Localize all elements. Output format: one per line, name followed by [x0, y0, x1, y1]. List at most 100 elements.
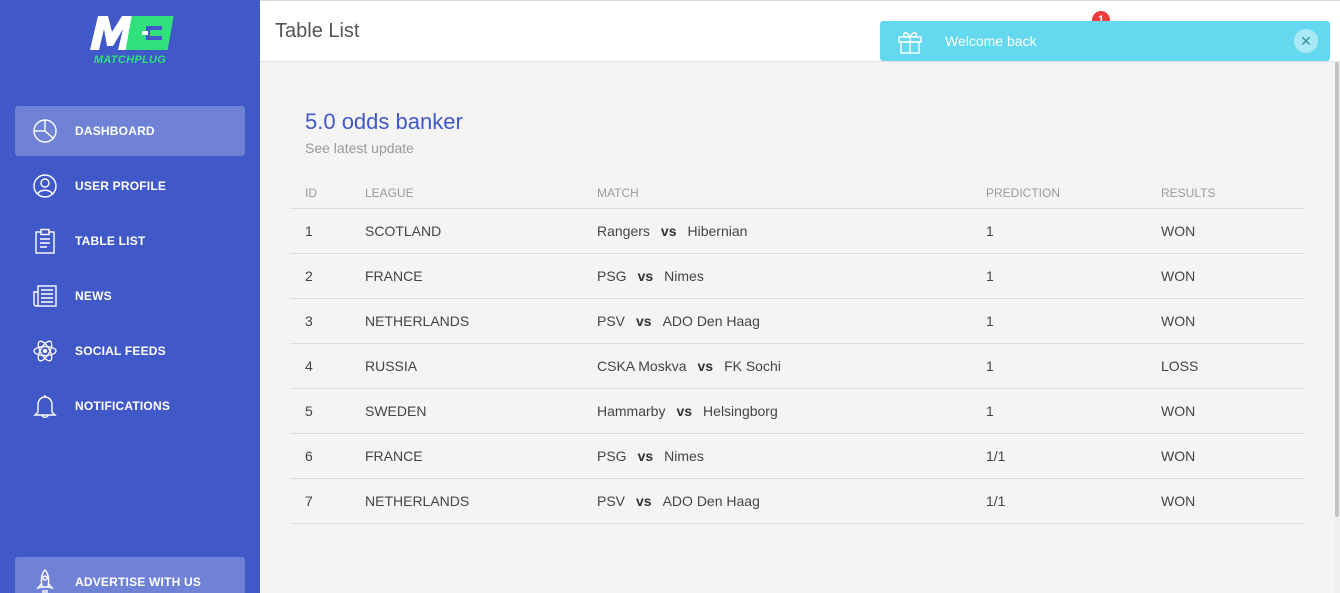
- cell-result: WON: [1146, 433, 1304, 479]
- cell-result: WON: [1146, 298, 1304, 344]
- home-team: Rangers: [597, 222, 650, 239]
- cell-result: LOSS: [1146, 343, 1304, 389]
- close-icon[interactable]: ✕: [1294, 29, 1318, 53]
- home-team: Hammarby: [597, 402, 666, 419]
- sidebar-item-social-feeds[interactable]: SOCIAL FEEDS: [15, 326, 245, 376]
- cell-result: WON: [1146, 208, 1304, 254]
- pie-chart-icon: [31, 117, 59, 145]
- cell-id: 5: [290, 388, 350, 434]
- sidebar-item-user-profile[interactable]: USER PROFILE: [15, 161, 245, 211]
- away-team: Hibernian: [687, 222, 748, 239]
- scrollbar[interactable]: [1334, 62, 1340, 593]
- vs-label: vs: [660, 222, 677, 239]
- cell-match: Rangers vs Hibernian: [582, 208, 971, 254]
- cell-match: CSKA Moskva vs FK Sochi: [582, 343, 971, 389]
- cell-id: 1: [290, 208, 350, 254]
- column-header-results: RESULTS: [1146, 178, 1304, 209]
- logo-text: MATCHPLUG: [93, 54, 167, 66]
- column-header-prediction: PREDICTION: [971, 178, 1146, 209]
- cell-league: NETHERLANDS: [350, 478, 582, 524]
- vs-label: vs: [636, 492, 652, 509]
- away-team: ADO Den Haag: [662, 492, 760, 509]
- cell-id: 4: [290, 343, 350, 389]
- cell-prediction: 1: [971, 298, 1146, 344]
- cell-league: SCOTLAND: [350, 208, 582, 254]
- sidebar-item-label: DASHBOARD: [75, 124, 155, 138]
- sidebar-item-news[interactable]: NEWS: [15, 271, 245, 321]
- table-row: 2 FRANCE PSG vs Nimes 1 WON: [290, 253, 1304, 299]
- cell-match: PSV vs ADO Den Haag: [582, 298, 971, 344]
- column-header-league: LEAGUE: [350, 178, 582, 209]
- sidebar: MATCHPLUG DASHBOARD USER PROFILE TABLE L…: [0, 0, 260, 593]
- bell-icon: [31, 392, 59, 420]
- gift-icon: [896, 27, 924, 55]
- home-team: PSG: [597, 447, 627, 464]
- vs-label: vs: [697, 357, 714, 374]
- vs-label: vs: [637, 267, 654, 284]
- table-row: 4 RUSSIA CSKA Moskva vs FK Sochi 1 LOSS: [290, 343, 1304, 389]
- table-row: 5 SWEDEN Hammarby vs Helsingborg 1 WON: [290, 388, 1304, 434]
- home-team: PSG: [597, 267, 627, 284]
- table-header-row: ID LEAGUE MATCH PREDICTION RESULTS: [290, 178, 1304, 209]
- column-header-match: MATCH: [582, 178, 971, 209]
- card-subtitle: See latest update: [305, 140, 414, 156]
- cell-prediction: 1: [971, 388, 1146, 434]
- table-row: 6 FRANCE PSG vs Nimes 1/1 WON: [290, 433, 1304, 479]
- cell-match: PSV vs ADO Den Haag: [582, 478, 971, 524]
- sidebar-item-label: NOTIFICATIONS: [75, 399, 171, 413]
- away-team: FK Sochi: [724, 357, 781, 374]
- odds-table: ID LEAGUE MATCH PREDICTION RESULTS 1 SCO…: [290, 178, 1304, 524]
- sidebar-item-label: USER PROFILE: [75, 179, 167, 193]
- cell-league: SWEDEN: [350, 388, 582, 434]
- cell-prediction: 1: [971, 253, 1146, 299]
- sidebar-item-label: TABLE LIST: [75, 234, 146, 248]
- card-title: 5.0 odds banker: [305, 109, 463, 134]
- cell-league: RUSSIA: [350, 343, 582, 389]
- sidebar-item-table-list[interactable]: TABLE LIST: [15, 216, 245, 266]
- cell-match: PSG vs Nimes: [582, 433, 971, 479]
- advertise-label: ADVERTISE WITH US: [75, 575, 202, 589]
- cell-prediction: 1/1: [971, 433, 1146, 479]
- away-team: Nimes: [664, 267, 704, 284]
- cell-id: 6: [290, 433, 350, 479]
- cell-league: FRANCE: [350, 253, 582, 299]
- away-team: Helsingborg: [703, 402, 778, 419]
- table-row: 3 NETHERLANDS PSV vs ADO Den Haag 1 WON: [290, 298, 1304, 344]
- advertise-button[interactable]: ADVERTISE WITH US: [15, 557, 245, 593]
- home-team: PSV: [597, 492, 626, 509]
- cell-result: WON: [1146, 388, 1304, 434]
- clipboard-icon: [31, 227, 59, 255]
- atom-icon: [31, 337, 59, 365]
- welcome-toast: Welcome back ✕: [880, 21, 1330, 61]
- cell-match: Hammarby vs Helsingborg: [582, 388, 971, 434]
- toast-message: Welcome back: [945, 33, 1037, 49]
- sidebar-item-notifications[interactable]: NOTIFICATIONS: [15, 381, 245, 431]
- cell-league: FRANCE: [350, 433, 582, 479]
- column-header-id: ID: [290, 178, 350, 209]
- cell-prediction: 1: [971, 208, 1146, 254]
- cell-id: 2: [290, 253, 350, 299]
- home-team: CSKA Moskva: [597, 357, 687, 374]
- vs-label: vs: [637, 447, 654, 464]
- sidebar-item-label: NEWS: [75, 289, 112, 303]
- cell-result: WON: [1146, 253, 1304, 299]
- away-team: ADO Den Haag: [662, 312, 760, 329]
- sidebar-item-dashboard[interactable]: DASHBOARD: [15, 106, 245, 156]
- cell-league: NETHERLANDS: [350, 298, 582, 344]
- cell-prediction: 1: [971, 343, 1146, 389]
- table-row: 7 NETHERLANDS PSV vs ADO Den Haag 1/1 WON: [290, 478, 1304, 524]
- page-title: Table List: [275, 20, 360, 42]
- rocket-icon: [31, 568, 59, 593]
- scrollbar-thumb[interactable]: [1335, 62, 1339, 517]
- vs-label: vs: [636, 312, 652, 329]
- away-team: Nimes: [664, 447, 704, 464]
- table-row: 1 SCOTLAND Rangers vs Hibernian 1 WON: [290, 208, 1304, 254]
- cell-id: 7: [290, 478, 350, 524]
- sidebar-item-label: SOCIAL FEEDS: [75, 344, 166, 358]
- vs-label: vs: [676, 402, 693, 419]
- sidebar-nav: DASHBOARD USER PROFILE TABLE LIST NEWS S…: [15, 106, 245, 436]
- cell-prediction: 1/1: [971, 478, 1146, 524]
- home-team: PSV: [597, 312, 626, 329]
- cell-id: 3: [290, 298, 350, 344]
- newspaper-icon: [31, 282, 59, 310]
